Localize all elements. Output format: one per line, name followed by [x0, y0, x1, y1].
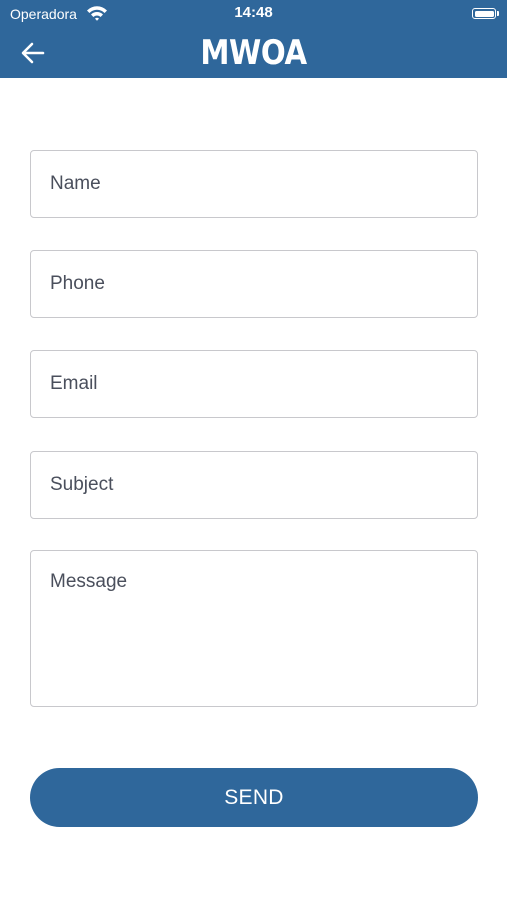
send-button[interactable]: SEND	[30, 768, 478, 827]
name-field[interactable]	[30, 150, 478, 218]
phone-field[interactable]	[30, 250, 478, 318]
battery-cap	[497, 11, 499, 16]
header-bar: MWOA	[0, 28, 507, 78]
app-title: MWOA	[200, 33, 307, 73]
battery-level	[474, 10, 494, 17]
subject-field[interactable]	[30, 451, 478, 519]
battery-icon	[472, 8, 496, 19]
message-field[interactable]	[30, 550, 478, 707]
email-field[interactable]	[30, 350, 478, 418]
status-bar: Operadora 14:48	[0, 0, 507, 28]
status-time: 14:48	[234, 4, 273, 21]
